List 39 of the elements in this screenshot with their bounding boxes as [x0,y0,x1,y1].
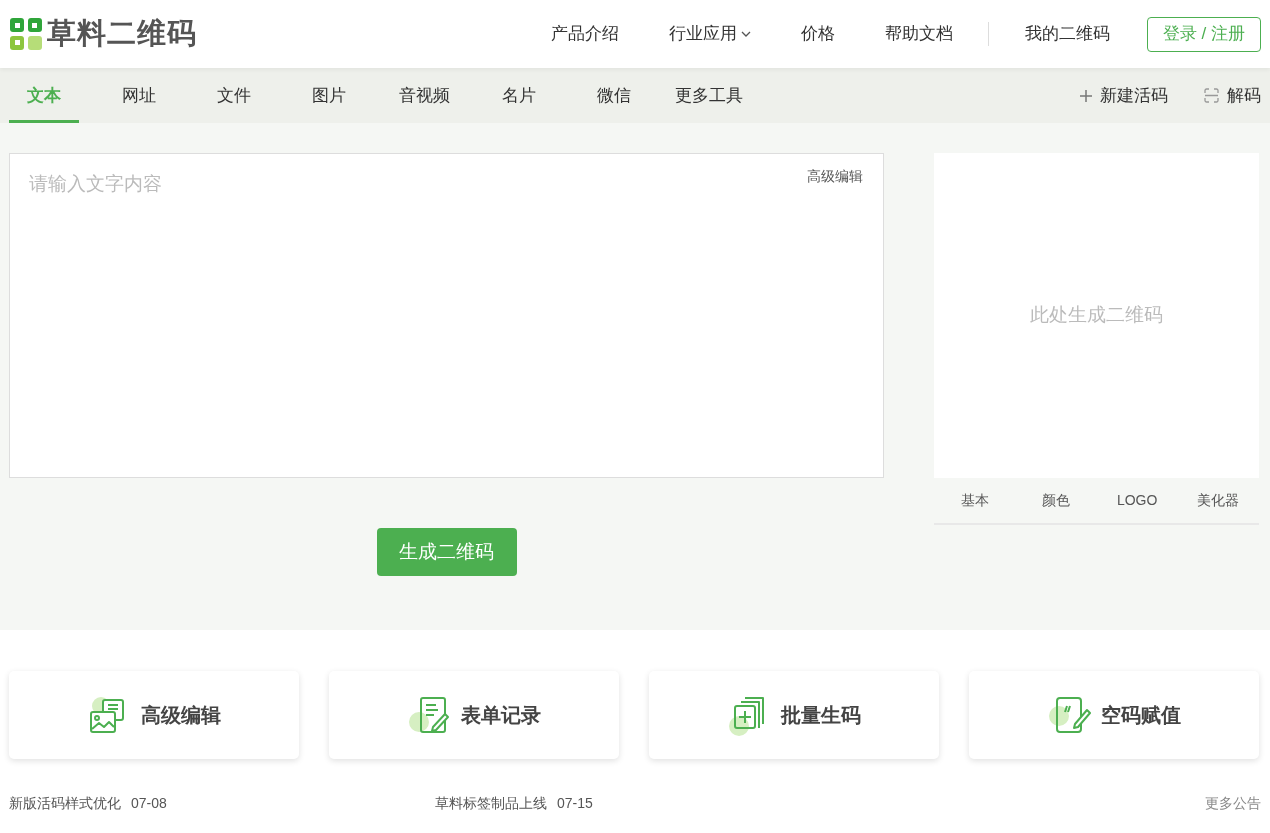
tab[interactable]: 音视频 [389,68,459,123]
new-code-button[interactable]: 新建活码 [1080,82,1168,109]
feature-label: 批量生码 [781,703,861,728]
feature-label: 空码赋值 [1101,703,1181,728]
feature-card[interactable]: 空码赋值 [969,671,1259,759]
tab[interactable]: 网址 [104,68,174,123]
style-tab[interactable]: 基本 [934,478,1016,523]
scan-icon [1204,88,1219,103]
notice-link[interactable]: 新版活码样式优化 07-08 [9,793,435,814]
style-tab[interactable]: LOGO [1096,478,1178,523]
notice-link[interactable]: 草料标签制品上线 07-15 [435,793,593,814]
text-editor[interactable]: 请输入文字内容 高级编辑 [9,153,884,478]
my-codes-link[interactable]: 我的二维码 [1024,21,1110,47]
feature-label: 高级编辑 [141,703,221,728]
feature-card[interactable]: 高级编辑 [9,671,299,759]
advanced-edit-link[interactable]: 高级编辑 [807,166,863,187]
nav-link[interactable]: 行业应用 [668,21,751,47]
caret-icon [740,31,751,37]
nav-link[interactable]: 帮助文档 [884,21,953,47]
feature-card[interactable]: 批量生码 [649,671,939,759]
feature-card[interactable]: 表单记录 [329,671,619,759]
style-tab[interactable]: 颜色 [1015,478,1097,523]
logo-text[interactable]: 草料二维码 [47,12,197,56]
nav-link[interactable]: 价格 [800,21,835,47]
nav-link[interactable]: 产品介绍 [550,21,619,47]
qr-placeholder-text: 此处生成二维码 [1030,303,1163,328]
tab[interactable]: 微信 [579,68,649,123]
tab[interactable]: 文件 [199,68,269,123]
tab[interactable]: 更多工具 [674,68,744,123]
feature-label: 表单记录 [461,703,541,728]
plus-icon [1080,89,1092,102]
style-tab[interactable]: 美化器 [1177,478,1259,523]
tab[interactable]: 图片 [294,68,364,123]
tab[interactable]: 名片 [484,68,554,123]
more-notices-link[interactable]: 更多公告 [1205,793,1261,814]
phone-pen-icon [1047,694,1091,736]
logo-icon [9,17,43,51]
decode-button[interactable]: 解码 [1204,82,1261,109]
document-pen-icon [407,694,451,736]
